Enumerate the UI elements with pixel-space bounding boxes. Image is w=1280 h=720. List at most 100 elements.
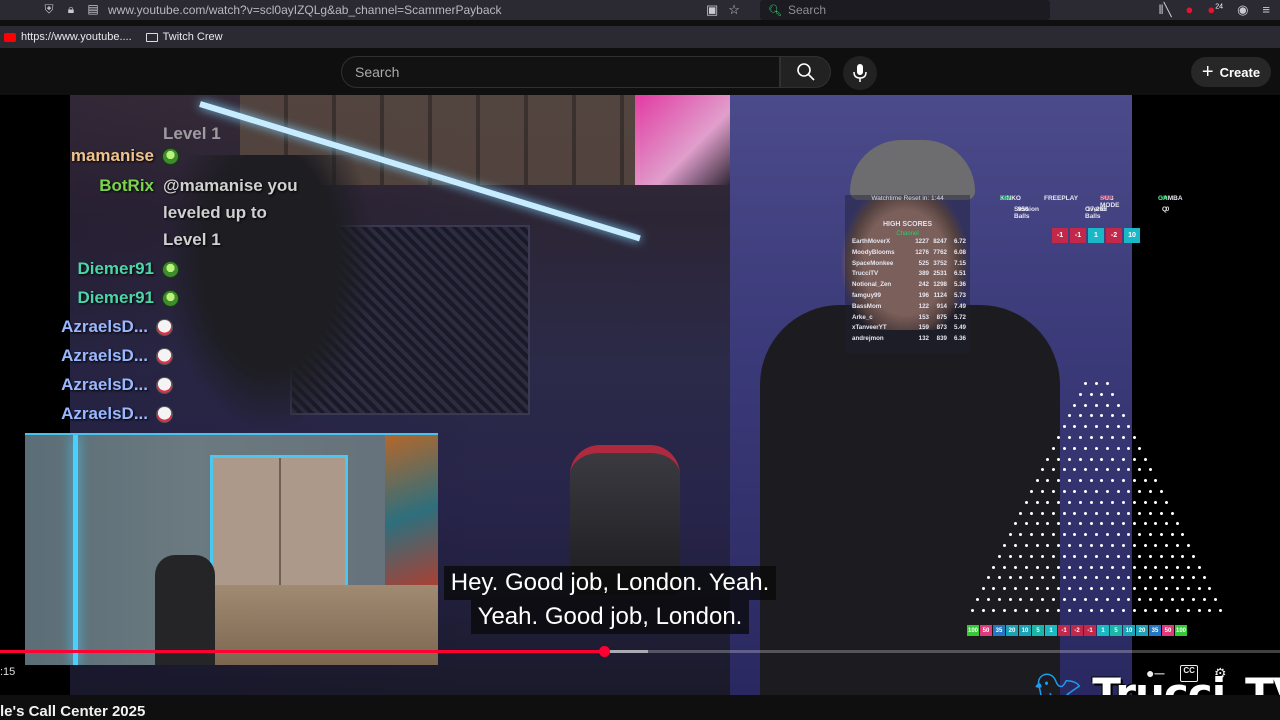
plinko-peg <box>1132 608 1136 612</box>
score-tile: 50 <box>1162 625 1174 636</box>
youtube-favicon-icon <box>4 32 16 42</box>
plinko-peg <box>1105 382 1109 385</box>
video-player[interactable]: Level 1 mamanise BotRix @mamanise you le… <box>0 95 1280 695</box>
bookmark-twitch-crew[interactable]: Twitch Crew <box>145 31 223 43</box>
plinko-peg <box>1111 587 1115 591</box>
plinko-peg <box>1100 500 1104 504</box>
freeplay-label: FREEPLAY <box>1044 195 1079 202</box>
plinko-peg <box>1181 598 1185 601</box>
shield-icon[interactable]: ⛨ <box>40 2 58 17</box>
plinko-peg <box>1116 403 1120 407</box>
url-text[interactable]: www.youtube.com/watch?v=scl0ayIZQLg&ab_c… <box>108 3 502 17</box>
plinko-peg <box>1041 533 1044 537</box>
bookmark-star-icon[interactable]: ☆ <box>728 2 740 18</box>
high-score-row: BassMom 122 914 7.49 <box>852 303 968 314</box>
extension-icon[interactable]: ● <box>1186 2 1194 18</box>
chat-message: AzraelsD... <box>0 375 173 395</box>
plinko-peg <box>1132 522 1136 526</box>
menu-icon[interactable]: ≡ <box>1262 2 1270 18</box>
scene-pink-light <box>635 95 730 185</box>
high-score-cell: 7.49 <box>953 302 966 310</box>
notification-icon[interactable]: ●24 <box>1207 2 1223 18</box>
chat-message: AzraelsD... <box>0 346 173 366</box>
plinko-peg <box>1003 565 1007 569</box>
plinko-peg <box>1057 457 1061 461</box>
plinko-peg <box>1014 565 1017 569</box>
skull-emote-icon <box>156 376 173 394</box>
plinko-peg <box>1154 608 1158 612</box>
session-balls-value: 950 <box>1017 206 1029 213</box>
plinko-peg <box>1127 511 1131 515</box>
plinko-peg <box>1122 479 1125 483</box>
plinko-peg <box>1095 468 1098 472</box>
plinko-peg <box>1122 436 1125 439</box>
score-tile: 1 <box>1088 228 1104 243</box>
library-icon[interactable]: ‖╲ <box>1158 2 1171 18</box>
plinko-peg <box>1100 436 1104 439</box>
chat-username: AzraelsD... <box>61 404 148 423</box>
plinko-peg <box>1051 533 1055 537</box>
plinko-peg <box>1014 587 1017 591</box>
page-info-icon[interactable]: ▤ <box>84 2 102 16</box>
plinko-peg <box>1051 576 1055 580</box>
browser-search-field[interactable]: 🔍︎ Search <box>760 0 1050 20</box>
high-score-cell: SpaceMonkee <box>852 259 894 267</box>
plinko-peg <box>1111 500 1115 504</box>
account-icon[interactable]: ◉ <box>1237 2 1248 18</box>
skull-emote-icon <box>156 318 173 336</box>
plinko-peg <box>1181 533 1185 537</box>
reader-view-icon[interactable]: ▣ <box>706 2 718 18</box>
chat-message: BotRix <box>0 176 154 196</box>
youtube-search-button[interactable] <box>780 56 831 88</box>
plinko-peg <box>1019 576 1023 580</box>
create-button[interactable]: + Create <box>1191 57 1271 87</box>
plinko-peg <box>1003 587 1007 591</box>
plinko-peg <box>1062 554 1066 558</box>
high-score-cell: 1227 <box>915 238 929 245</box>
plinko-peg <box>987 598 990 601</box>
plinko-peg <box>1170 554 1174 558</box>
plinko-peg <box>1019 598 1023 601</box>
plinko-peg <box>1046 500 1050 504</box>
plinko-peg <box>1176 522 1179 526</box>
plinko-peg <box>1105 576 1109 580</box>
plinko-peg <box>1084 598 1088 601</box>
progress-bar[interactable] <box>0 646 1280 657</box>
plinko-peg <box>1051 446 1055 450</box>
plinko-peg <box>1089 436 1093 439</box>
plinko-peg <box>1149 468 1152 472</box>
lock-icon[interactable]: 🔒︎ <box>62 2 80 17</box>
high-score-cell: 6.08 <box>953 248 966 256</box>
plinko-peg <box>1084 468 1088 472</box>
plinko-peg <box>1024 500 1028 504</box>
plinko-peg <box>1111 436 1115 439</box>
chat-text-line: Level 1 <box>163 230 221 249</box>
voice-search-button[interactable] <box>843 56 877 90</box>
plus-icon: + <box>1201 61 1214 83</box>
plinko-peg <box>1143 565 1147 569</box>
search-icon <box>796 63 815 81</box>
bookmark-youtube[interactable]: https://www.youtube.... <box>4 31 132 43</box>
plinko-board <box>960 380 1230 620</box>
plinko-peg <box>1111 392 1115 396</box>
plinko-peg <box>1008 533 1012 537</box>
plinko-peg <box>1035 522 1039 526</box>
plinko-peg <box>1078 500 1082 504</box>
plinko-peg <box>1186 565 1190 569</box>
plinko-peg <box>1095 403 1098 407</box>
plinko-peg <box>1057 608 1061 612</box>
plinko-peg <box>1024 565 1028 569</box>
score-tile: 5 <box>1110 625 1122 636</box>
plinko-peg <box>1122 522 1125 526</box>
plinko-peg <box>1084 576 1088 580</box>
plinko-peg <box>1122 414 1125 418</box>
plinko-peg <box>1035 500 1039 504</box>
high-score-row: andrejmon 132 839 6.36 <box>852 335 968 346</box>
plinko-peg <box>1159 576 1163 580</box>
plinko-peg <box>1095 598 1098 601</box>
channel-branding: 🐦︎ Trucci_TV <box>1034 669 1280 695</box>
plinko-peg <box>992 608 996 612</box>
youtube-search-input[interactable]: Search <box>341 56 780 88</box>
plinko-peg <box>1143 522 1147 526</box>
plinko-peg <box>1116 425 1120 429</box>
